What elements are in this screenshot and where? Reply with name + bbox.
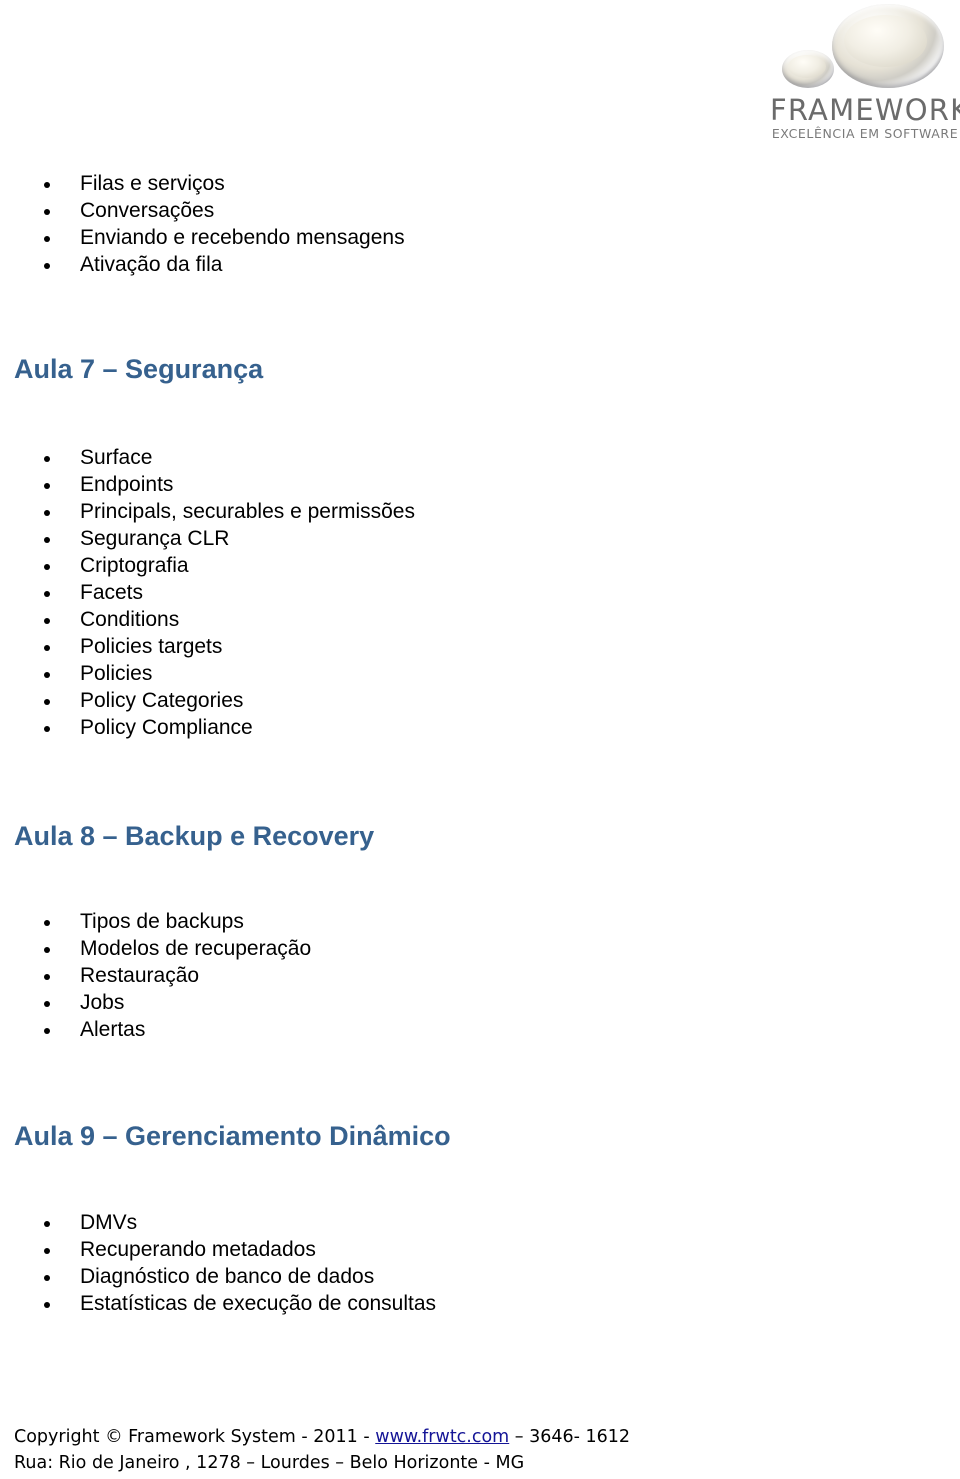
list-item: Ativação da fila	[0, 251, 405, 278]
bullet-list-aula6: Filas e serviços Conversações Enviando e…	[0, 170, 405, 278]
list-item: Alertas	[0, 1016, 311, 1043]
metallic-disc-large-icon	[832, 4, 944, 88]
list-item: Segurança CLR	[0, 525, 415, 552]
bullet-list-aula7: Surface Endpoints Principals, securables…	[0, 444, 415, 741]
page-footer: Copyright © Framework System - 2011 - ww…	[14, 1424, 914, 1476]
list-item: Recuperando metadados	[0, 1236, 436, 1263]
list-item: Modelos de recuperação	[0, 935, 311, 962]
footer-copyright-line: Copyright © Framework System - 2011 - ww…	[14, 1424, 914, 1450]
website-link[interactable]: www.frwtc.com	[375, 1427, 509, 1447]
section-heading-aula7: Aula 7 – Segurança	[14, 354, 264, 384]
list-item: Policies	[0, 660, 415, 687]
list-item: Conditions	[0, 606, 415, 633]
list-item: Facets	[0, 579, 415, 606]
list-item: Criptografia	[0, 552, 415, 579]
metallic-disc-small-icon	[782, 50, 834, 88]
list-item: Enviando e recebendo mensagens	[0, 224, 405, 251]
bullet-list-aula9: DMVs Recuperando metadados Diagnóstico d…	[0, 1209, 436, 1317]
list-item: Principals, securables e permissões	[0, 498, 415, 525]
list-item: Surface	[0, 444, 415, 471]
list-item: Policies targets	[0, 633, 415, 660]
footer-address-line: Rua: Rio de Janeiro , 1278 – Lourdes – B…	[14, 1453, 525, 1473]
footer-phone-text: – 3646- 1612	[509, 1427, 631, 1447]
list-item: Conversações	[0, 197, 405, 224]
list-item: Restauração	[0, 962, 311, 989]
list-item: Tipos de backups	[0, 908, 311, 935]
footer-copyright-text: Copyright © Framework System - 2011 -	[14, 1427, 376, 1447]
list-item: Jobs	[0, 989, 311, 1016]
list-item: DMVs	[0, 1209, 436, 1236]
list-item: Endpoints	[0, 471, 415, 498]
section-heading-aula8: Aula 8 – Backup e Recovery	[14, 821, 375, 851]
logo-discs-graphic	[770, 0, 960, 96]
list-item: Policy Categories	[0, 687, 415, 714]
bullet-list-aula8: Tipos de backups Modelos de recuperação …	[0, 908, 311, 1043]
list-item: Estatísticas de execução de consultas	[0, 1290, 436, 1317]
logo-tagline: EXCELÊNCIA EM SOFTWARE	[771, 126, 959, 141]
company-logo: FRAMEWORK EXCELÊNCIA EM SOFTWARE	[770, 0, 960, 155]
list-item: Filas e serviços	[0, 170, 405, 197]
list-item: Policy Compliance	[0, 714, 415, 741]
logo-wordmark: FRAMEWORK	[770, 93, 960, 127]
list-item: Diagnóstico de banco de dados	[0, 1263, 436, 1290]
section-heading-aula9: Aula 9 – Gerenciamento Dinâmico	[14, 1121, 451, 1151]
